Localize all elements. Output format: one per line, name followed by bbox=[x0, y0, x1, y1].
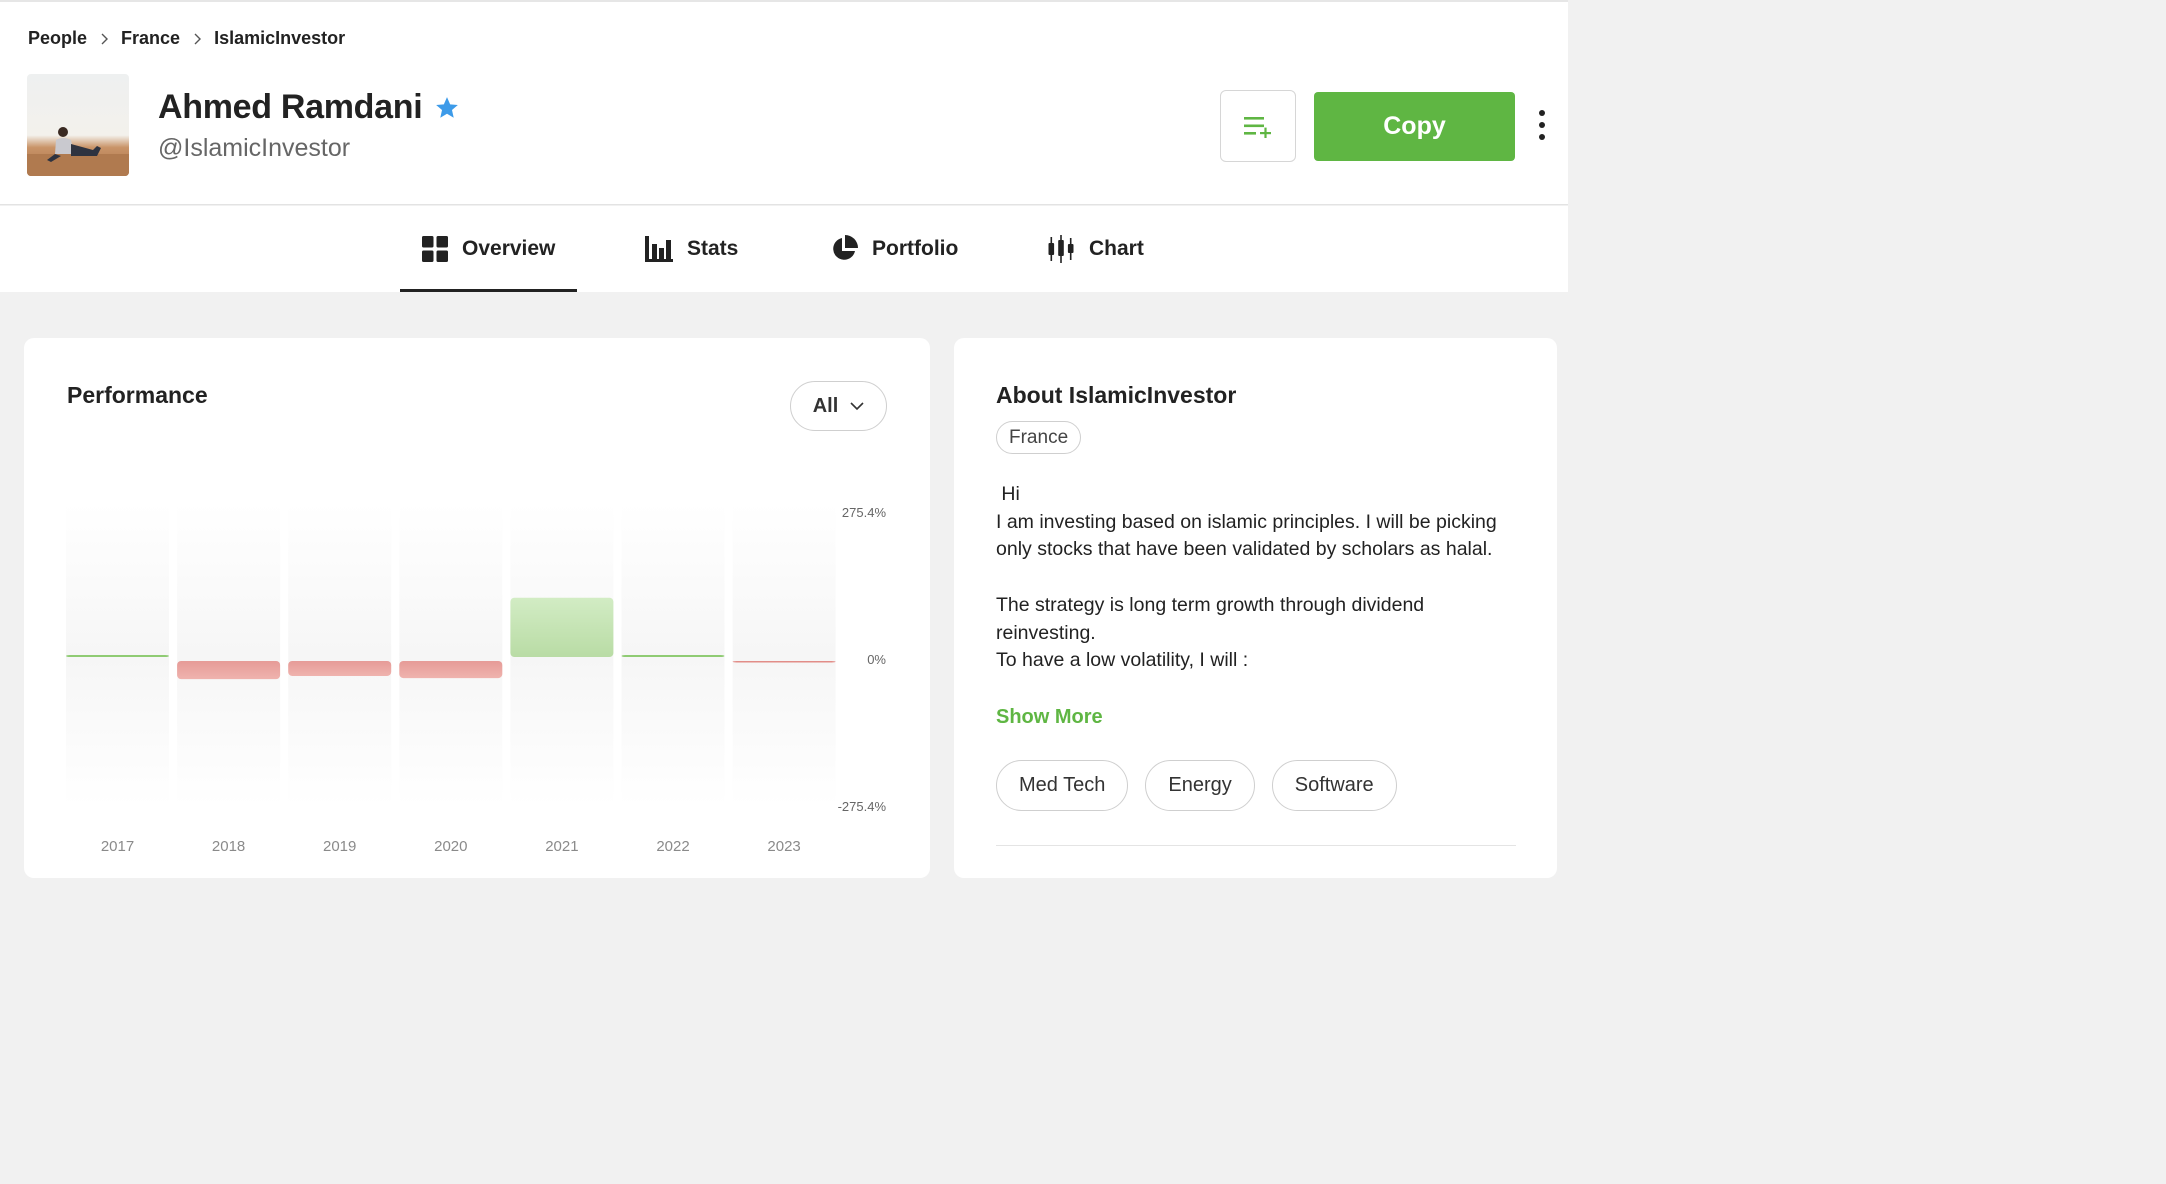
candlestick-icon bbox=[1047, 235, 1075, 263]
profile-handle: @IslamicInvestor bbox=[158, 134, 351, 162]
breadcrumb-people[interactable]: People bbox=[28, 28, 87, 49]
chart-column-bg bbox=[732, 503, 836, 807]
tag-energy[interactable]: Energy bbox=[1145, 760, 1255, 811]
chart-bar[interactable] bbox=[177, 661, 281, 680]
about-title: About IslamicInvestor bbox=[996, 382, 1237, 408]
chevron-right-icon bbox=[87, 28, 121, 49]
tab-chart-label: Chart bbox=[1089, 237, 1144, 260]
add-to-watchlist-button[interactable] bbox=[1220, 90, 1296, 162]
more-vertical-icon[interactable] bbox=[1532, 110, 1552, 140]
tag-list: Med Tech Energy Software bbox=[996, 760, 1414, 811]
pie-chart-icon bbox=[830, 235, 858, 263]
tab-portfolio[interactable]: Portfolio bbox=[830, 206, 958, 292]
tab-stats[interactable]: Stats bbox=[645, 206, 738, 292]
chart-column-bg bbox=[288, 503, 392, 807]
x-tick-label: 2020 bbox=[434, 838, 467, 855]
breadcrumb: People France IslamicInvestor bbox=[28, 28, 345, 49]
country-chip: France bbox=[996, 421, 1082, 454]
tag-med-tech[interactable]: Med Tech bbox=[996, 760, 1129, 811]
chart-column-bg bbox=[177, 503, 281, 807]
bar-chart-icon bbox=[645, 236, 673, 262]
divider bbox=[996, 845, 1516, 846]
show-more-link[interactable]: Show More bbox=[996, 706, 1103, 729]
tag-software[interactable]: Software bbox=[1271, 760, 1397, 811]
about-card: About IslamicInvestor France Hi I am inv… bbox=[954, 338, 1557, 878]
copy-button[interactable]: Copy bbox=[1314, 92, 1515, 161]
name-row: Ahmed Ramdani bbox=[158, 88, 460, 127]
chart-bar[interactable] bbox=[510, 597, 614, 657]
x-tick-label: 2023 bbox=[767, 838, 800, 855]
y-tick-label: 0% bbox=[867, 652, 886, 667]
x-tick-label: 2018 bbox=[212, 838, 245, 855]
bio-line: Hi bbox=[996, 483, 1020, 505]
bio-line: To have a low volatility, I will : bbox=[996, 649, 1249, 672]
x-tick-label: 2019 bbox=[323, 838, 356, 855]
performance-card: Performance All 2017 2018 2019 2020 2021 2022… bbox=[24, 338, 930, 878]
avatar bbox=[27, 74, 129, 176]
y-tick-label: -275.4% bbox=[838, 799, 887, 814]
tab-chart[interactable]: Chart bbox=[1047, 206, 1144, 292]
chart-column-bg bbox=[399, 503, 503, 807]
chart-bar[interactable] bbox=[399, 661, 503, 679]
bio-text: Hi I am investing based on islamic princ… bbox=[996, 481, 1516, 675]
chart-bar[interactable] bbox=[288, 661, 392, 676]
chart-bar[interactable] bbox=[732, 661, 836, 663]
profile-tabs: Overview Stats Portfolio Chart bbox=[0, 206, 1568, 292]
bio-spacer bbox=[996, 564, 1516, 592]
breadcrumb-current: IslamicInvestor bbox=[214, 28, 346, 48]
breadcrumb-france[interactable]: France bbox=[121, 28, 180, 49]
performance-chart: 2017 2018 2019 2020 2021 2022 2023 275.4% 0% -275… bbox=[66, 503, 887, 855]
y-tick-label: 275.4% bbox=[842, 505, 887, 520]
star-icon bbox=[436, 96, 459, 118]
tab-stats-label: Stats bbox=[687, 237, 739, 260]
add-to-list-icon bbox=[1244, 117, 1271, 138]
x-tick-label: 2022 bbox=[656, 838, 689, 855]
x-tick-label: 2021 bbox=[545, 838, 578, 855]
profile-name: Ahmed Ramdani bbox=[158, 88, 423, 126]
bio-line: The strategy is long term growth through… bbox=[996, 593, 1425, 644]
x-tick-label: 2017 bbox=[101, 838, 134, 855]
tab-portfolio-label: Portfolio bbox=[872, 237, 959, 260]
tab-overview-label: Overview bbox=[462, 237, 556, 260]
profile-header: People France IslamicInvestor Ahmed Ramd… bbox=[0, 2, 1568, 205]
chevron-right-icon bbox=[180, 28, 214, 49]
tab-overview[interactable]: Overview bbox=[399, 206, 578, 292]
chart-bar[interactable] bbox=[621, 655, 725, 657]
bio-line: I am investing based on islamic principl… bbox=[996, 510, 1497, 561]
chart-bar[interactable] bbox=[66, 655, 169, 657]
grid-icon bbox=[422, 236, 448, 262]
